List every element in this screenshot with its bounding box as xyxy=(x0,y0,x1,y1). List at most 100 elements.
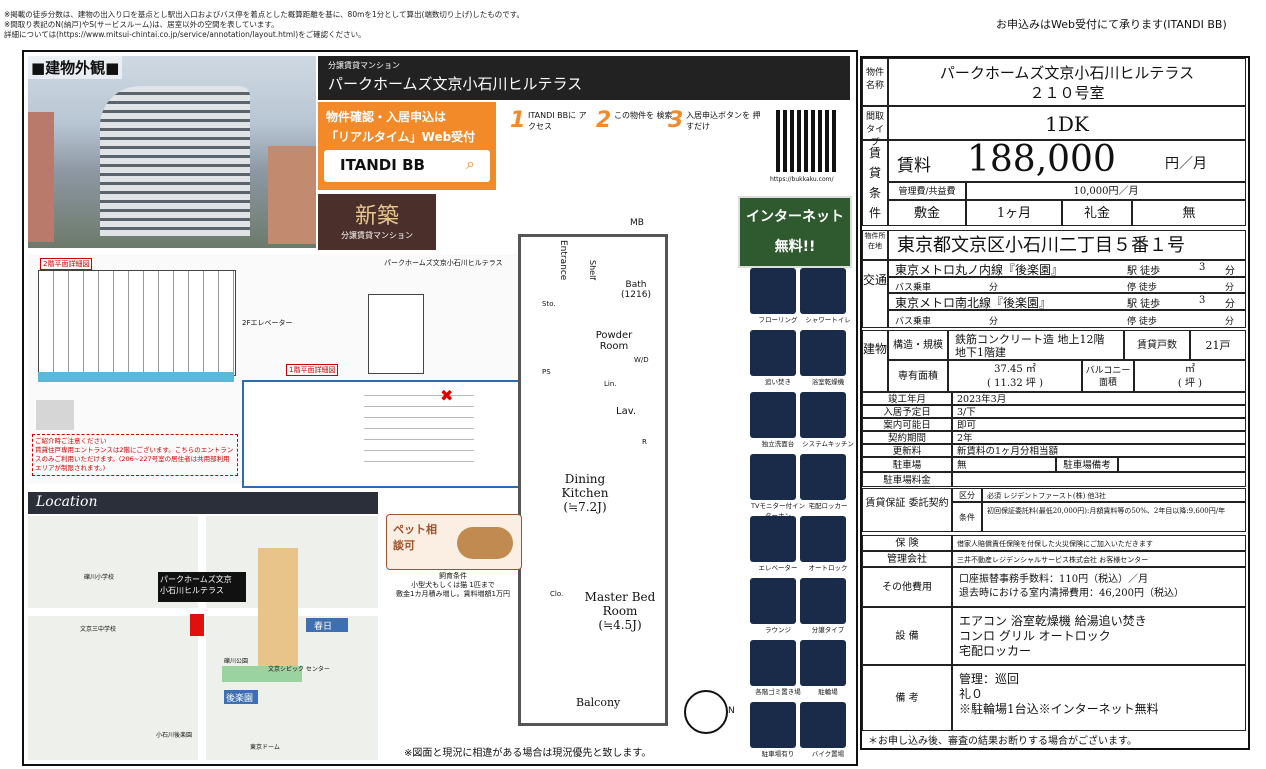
application-note: お申込みはWeb受付にて承ります(ITANDI BB) xyxy=(996,18,1227,31)
transport-line-1: 東京メトロ丸ノ内線『後楽園』 駅 徒歩 3 分 xyxy=(888,260,1246,277)
other-fees: 口座振替事務手数料：110円（税込）／月 退去時における室内清掃費用：46,20… xyxy=(952,567,1246,607)
amenity-elevator: エレベーター xyxy=(750,516,806,572)
amenity-bicycle: 駐輪場 xyxy=(800,640,856,696)
equipment-label: 設 備 xyxy=(862,607,952,665)
structure-label: 構造・規模 xyxy=(888,330,948,360)
exterior-title: ■建物外観■ xyxy=(28,56,123,79)
amenity-flooring: フローリング xyxy=(750,268,806,324)
neighbor-building-2 xyxy=(268,146,316,244)
layout-label: 間取タイプ xyxy=(862,106,888,148)
map-label-primary: 礫川小学校 xyxy=(84,574,115,581)
mgmt-fee-label: 管理費/共益費 xyxy=(888,182,966,200)
room-bedroom: Master Bed Room (≒4.5J) xyxy=(584,590,656,632)
shower-toilet-icon xyxy=(800,268,846,314)
floor-detail-plan xyxy=(368,294,424,374)
flooring-icon xyxy=(750,268,796,314)
mark-ps: PS xyxy=(542,368,551,376)
mark-sto: Sto. xyxy=(542,300,556,308)
washstand-icon xyxy=(750,392,796,438)
mark-wd: W/D xyxy=(634,356,649,364)
amenity-washstand: 独立洗面台 xyxy=(750,392,806,448)
itandi-search[interactable]: ITANDI BB ⌕ xyxy=(324,150,490,182)
map-label-dome: 東京ドーム xyxy=(250,744,280,751)
autolock-icon xyxy=(800,516,846,562)
line-2-unit: 分 xyxy=(1225,299,1235,310)
notice-title: ご紹介時ご注意ください xyxy=(35,437,107,445)
rent-unit: 円／月 xyxy=(1165,156,1207,172)
floor1-plan: ✖ xyxy=(242,380,520,488)
promo-header: 分譲賃貸マンション パークホームズ文京小石川ヒルテラス xyxy=(318,56,850,100)
mgmt-fee-value: 10,000円／月 xyxy=(966,182,1246,200)
room-dining-kitchen: Dining Kitchen (≒7.2J) xyxy=(561,472,609,514)
balcony-label: バルコニー面積 xyxy=(1082,360,1134,392)
rent-section-label: 賃 貸 条 件 xyxy=(862,140,888,226)
room-lav: Lav. xyxy=(616,406,637,417)
header-note-1: ※掲載の徒歩分数は、建物の出入り口を基点とし駅出入口およびバス停を着点とした概算… xyxy=(4,10,525,19)
location-bar: Location xyxy=(28,492,378,514)
remarks-label: 備 考 xyxy=(862,665,952,731)
detail-row: 更新料 新賃料の1ヶ月分相当額 xyxy=(862,444,1246,457)
guarantee-cond-label: 条件 xyxy=(952,502,982,532)
amenity-reheat: 追い焚き xyxy=(750,330,806,386)
qr-url: https://bukkaku.com/ xyxy=(770,176,834,183)
map-label-korakuen: 後楽園 xyxy=(226,694,254,704)
remarks-line-1: 管理：巡回 xyxy=(959,672,1020,686)
amenity-lounge: ラウンジ xyxy=(750,578,806,634)
delivery-locker-icon xyxy=(800,454,846,500)
step-3-number: 3 xyxy=(668,108,684,133)
area-label: 専有面積 xyxy=(888,360,948,392)
insurance-value: 借家人賠償責任保険を付保した火災保険にご加入いただきます xyxy=(952,535,1246,551)
footnote: ＊お申し込み後、審査の結果お断りする場合がございます。 xyxy=(868,736,1137,747)
floor1-rooms xyxy=(364,392,474,472)
map-label-garden: 小石川後楽園 xyxy=(156,732,193,739)
location-map[interactable]: 後楽園 春日 文京シビック センター 礫川公園 小石川後楽園 東京ドーム 文京三… xyxy=(28,516,378,760)
balcony-cell: ㎡ ( 坪 ) xyxy=(1134,360,1246,392)
remarks-line-3: ※駐輪場1台込※インターネット無料 xyxy=(959,702,1159,716)
property-name-cell: パークホームズ文京小石川ヒルテラス ２１０号室 xyxy=(888,58,1246,106)
room-number: ２１０号室 xyxy=(1029,84,1105,102)
layout-value: 1DK xyxy=(888,106,1246,140)
internet-free-badge: インターネット無料!! xyxy=(738,196,852,268)
header-note-3: 詳細については(https://www.mitsui-chintai.co.jp… xyxy=(4,30,366,39)
amenity-kitchen: システムキッチン xyxy=(800,392,856,448)
line-1-name: 東京メトロ丸ノ内線『後楽園』 xyxy=(895,263,1064,277)
amenity-garbage: 各階ゴミ置き場 xyxy=(750,640,806,696)
mgmt-co-label: 管理会社 xyxy=(862,551,952,567)
notice-text: 賃貸住戸専用エントランスは2階にございます。こちらのエントランスのみご利用いただ… xyxy=(35,446,234,472)
elevator-icon xyxy=(750,516,796,562)
promo-name: パークホームズ文京小石川ヒルテラス xyxy=(328,75,583,93)
transport-label: 交通 xyxy=(862,260,888,328)
area-cell: 37.45 ㎡ ( 11.32 坪 ) xyxy=(948,360,1082,392)
itandi-logo: ITANDI BB xyxy=(340,156,425,174)
header-note-2: ※間取り表記のN(納戸)やS(サービスルーム)は、居室以外の空間を表しています。 xyxy=(4,20,279,29)
parking-fee-row: 駐車場料金 xyxy=(862,472,1246,487)
promo-subtitle: 分譲賃貸マンション xyxy=(328,61,400,70)
building-floor-plans: 2階平面詳細図 2Fエレベーター パークホームズ文京小石川ヒルテラス 1階平面詳… xyxy=(28,254,520,488)
balcony-value: ㎡ xyxy=(1185,364,1195,375)
amenity-bath-dryer: 浴室乾燥機 xyxy=(800,330,856,386)
qr-code[interactable] xyxy=(776,110,838,172)
unit-floorplan: MB Entrance Shelf Bath (1216) Powder Roo… xyxy=(518,200,668,740)
notice-box: ご紹介時ご注意ください 賃貸住戸専用エントランスは2階にございます。こちらのエン… xyxy=(32,434,238,476)
map-road-2 xyxy=(198,516,206,760)
map-label-park: 礫川公園 xyxy=(224,658,249,665)
floor2-plan xyxy=(38,270,236,376)
dog-image xyxy=(457,527,513,559)
insurance-label: 保 険 xyxy=(862,535,952,551)
step-2: この物件を 検索 xyxy=(614,111,673,120)
compass-label: N xyxy=(728,706,735,716)
building-label: 建物 xyxy=(862,330,888,392)
info-table: 物件名称 パークホームズ文京小石川ヒルテラス ２１０号室 間取タイプ 1DK 賃… xyxy=(860,56,1250,750)
elevator-label: 2Fエレベーター xyxy=(242,319,293,327)
other-fee-1: 口座振替事務手数料：110円（税込）／月 xyxy=(959,574,1149,585)
map-label-school: 文京三中学校 xyxy=(80,626,117,633)
key-money-value: 無 xyxy=(1132,200,1246,226)
guarantee-label: 賃貸保証 委託契約 xyxy=(862,488,952,532)
address-value: 東京都文京区小石川二丁目５番１号 xyxy=(888,230,1246,260)
step-2-number: 2 xyxy=(596,108,612,133)
mgmt-co-value: 三井不動産レジデンシャルサービス株式会社 お客様センター xyxy=(952,551,1246,567)
new-badge-sub: 分譲賃貸マンション xyxy=(341,231,413,240)
rent-cell: 賃料 188,000 円／月 xyxy=(888,139,1246,182)
pet-label: ペット相談可 xyxy=(393,523,437,552)
key-money-label: 礼金 xyxy=(1062,200,1132,226)
